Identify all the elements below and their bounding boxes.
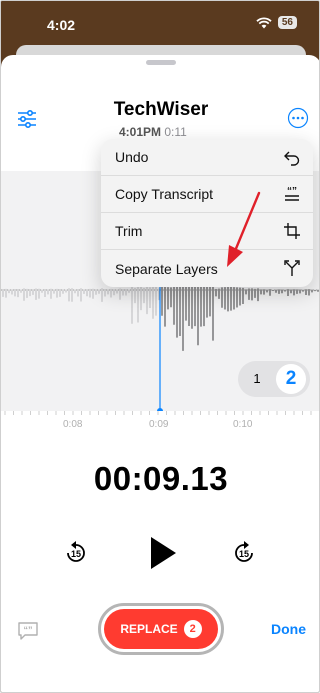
- playback-controls: 15 15: [1, 533, 319, 573]
- menu-item-undo[interactable]: Undo: [101, 139, 313, 176]
- replace-button[interactable]: REPLACE 2: [104, 609, 218, 649]
- status-time: 4:02: [47, 17, 76, 33]
- status-bar: 4:02 56: [1, 1, 319, 45]
- menu-item-label: Trim: [115, 223, 143, 239]
- screen: 4:02 56 TechWiser 4:01PM 0:11 0:08 0:09 …: [0, 0, 320, 693]
- skip-back-15-icon[interactable]: 15: [62, 539, 90, 567]
- transcript-icon[interactable]: “”: [17, 621, 39, 641]
- ruler-ticks: [4, 411, 312, 415]
- sheet-grabber[interactable]: [146, 60, 176, 65]
- recording-duration: 0:11: [164, 125, 187, 139]
- menu-item-label: Undo: [115, 149, 149, 165]
- transcript-quote-icon: “”: [285, 186, 299, 201]
- replace-count-badge: 2: [183, 620, 202, 638]
- skip-forward-label: 15: [239, 549, 249, 559]
- layer-toggle[interactable]: 1 2: [238, 361, 310, 397]
- split-icon: [284, 260, 300, 276]
- ruler-label: 0:10: [233, 419, 253, 430]
- skip-back-label: 15: [71, 549, 81, 559]
- menu-item-label: Separate Layers: [115, 260, 218, 277]
- context-menu: Undo Copy Transcript “” Trim Separate La…: [101, 139, 313, 287]
- crop-icon: [284, 223, 300, 239]
- recording-title: TechWiser: [113, 99, 209, 120]
- skip-forward-15-icon[interactable]: 15: [230, 539, 258, 567]
- replace-button-ring: REPLACE 2: [98, 603, 224, 655]
- svg-text:“”: “”: [24, 625, 33, 635]
- menu-item-trim[interactable]: Trim: [101, 213, 313, 250]
- undo-arrow-icon: [284, 151, 300, 166]
- recording-sheet: TechWiser 4:01PM 0:11 0:08 0:09 0:10 1 2…: [1, 55, 319, 692]
- layer-2-option[interactable]: 2: [276, 364, 306, 394]
- ruler-label: 0:09: [149, 419, 169, 430]
- wifi-icon: [256, 16, 272, 28]
- battery-indicator: 56: [277, 16, 297, 29]
- done-button[interactable]: Done: [271, 621, 306, 637]
- playback-timer: 00:09.13: [93, 460, 229, 497]
- replace-label: REPLACE: [120, 622, 178, 636]
- more-options-icon[interactable]: [287, 107, 309, 129]
- menu-item-copy-transcript[interactable]: Copy Transcript “”: [101, 176, 313, 213]
- menu-item-label: Copy Transcript: [115, 186, 214, 202]
- time-ruler: 0:08 0:09 0:10: [1, 411, 319, 437]
- menu-item-separate-layers[interactable]: Separate Layers: [101, 250, 313, 287]
- play-icon[interactable]: [148, 535, 178, 571]
- recording-subtitle: 4:01PM 0:11: [119, 125, 187, 139]
- layer-1-option[interactable]: 1: [244, 366, 270, 392]
- status-icons: 56: [256, 16, 297, 29]
- recording-time: 4:01PM: [119, 125, 162, 139]
- ruler-label: 0:08: [63, 419, 83, 430]
